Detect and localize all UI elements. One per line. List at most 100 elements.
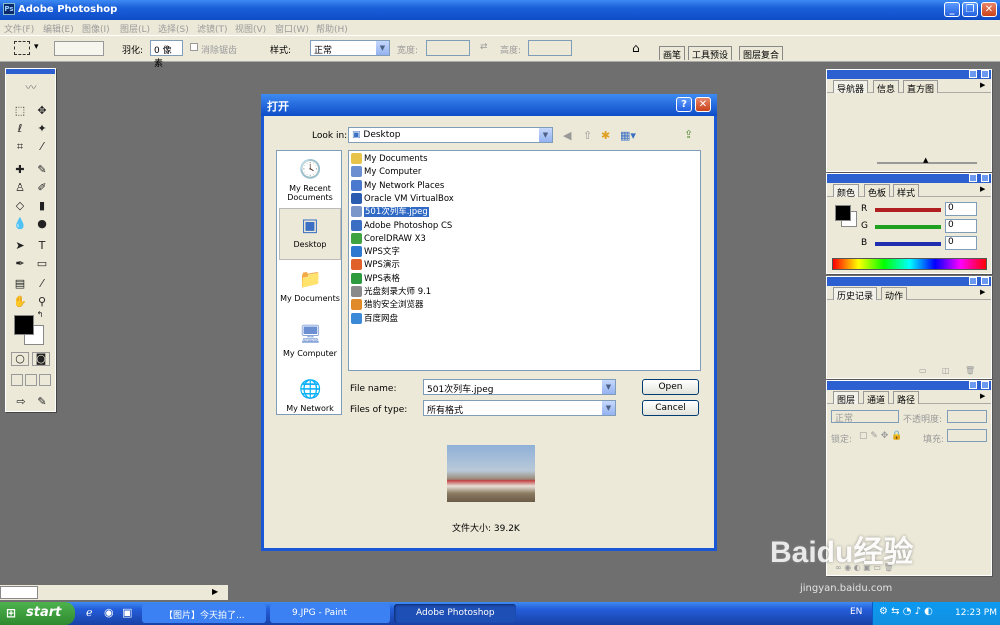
- foreground-color-swatch[interactable]: [835, 205, 851, 221]
- screen-mode-standard-icon[interactable]: [11, 374, 23, 386]
- tab-layers[interactable]: 图层: [833, 391, 860, 406]
- start-button[interactable]: ⊞ start: [0, 602, 75, 625]
- panel-caption[interactable]: [827, 381, 991, 390]
- tab-paths[interactable]: 路径: [893, 391, 920, 406]
- lasso-icon[interactable]: ℓ: [10, 120, 30, 138]
- file-list-item[interactable]: WPS文字: [351, 246, 400, 259]
- menu-file[interactable]: 文件(F): [4, 22, 34, 35]
- tab-info[interactable]: 信息: [873, 80, 900, 95]
- zoom-field[interactable]: [0, 586, 38, 599]
- tab-styles[interactable]: 样式: [893, 184, 920, 199]
- minimize-icon[interactable]: [969, 174, 977, 182]
- place-desktop[interactable]: ▣ Desktop: [279, 208, 341, 260]
- place-my-network[interactable]: 🌐 My Network: [279, 373, 341, 425]
- width-input[interactable]: [426, 40, 470, 56]
- place-recent-documents[interactable]: 🕓 My Recent Documents: [279, 153, 341, 205]
- back-icon[interactable]: ◀: [563, 129, 571, 142]
- hand-icon[interactable]: ✋: [10, 293, 30, 311]
- expand-arrow-icon[interactable]: ▶: [212, 587, 218, 596]
- tab-navigator[interactable]: 导航器: [833, 80, 869, 95]
- tab-layer-comps[interactable]: 图层复合: [739, 46, 784, 61]
- place-my-documents[interactable]: 📁 My Documents: [279, 263, 341, 315]
- file-browser-icon[interactable]: ⌂: [632, 41, 640, 55]
- swap-icon[interactable]: ⇄: [480, 42, 488, 52]
- height-input[interactable]: [528, 40, 572, 56]
- menu-edit[interactable]: 编辑(E): [43, 22, 74, 35]
- screen-mode-full-icon[interactable]: [39, 374, 51, 386]
- tab-brushes[interactable]: 画笔: [659, 46, 686, 61]
- marquee-tool-preset-icon[interactable]: [14, 41, 30, 55]
- panel-menu-icon[interactable]: ▶: [980, 392, 985, 400]
- shape-icon[interactable]: ▭: [32, 255, 52, 273]
- blur-icon[interactable]: 💧: [10, 215, 30, 233]
- close-icon[interactable]: [981, 381, 989, 389]
- type-icon[interactable]: T: [32, 237, 52, 255]
- green-input[interactable]: 0: [945, 219, 977, 233]
- language-indicator[interactable]: EN: [850, 607, 862, 617]
- eyedropper-icon[interactable]: ⁄: [32, 275, 52, 293]
- minimize-icon[interactable]: [969, 70, 977, 78]
- menu-window[interactable]: 窗口(W): [275, 22, 309, 35]
- foreground-color-swatch[interactable]: [14, 315, 34, 335]
- panel-menu-icon[interactable]: ▶: [980, 81, 985, 89]
- file-list-item[interactable]: My Documents: [351, 153, 428, 166]
- eraser-icon[interactable]: ◇: [10, 197, 30, 215]
- look-in-select[interactable]: ▣ Desktop ▼: [348, 127, 553, 143]
- file-name-input[interactable]: 501次列车.jpeg ▼: [423, 379, 616, 395]
- slice-icon[interactable]: ⁄: [32, 138, 52, 156]
- up-folder-icon[interactable]: ⇧: [583, 129, 592, 142]
- minimize-icon[interactable]: [969, 277, 977, 285]
- menu-view[interactable]: 视图(V): [235, 22, 266, 35]
- blend-mode-select[interactable]: 正常: [831, 410, 899, 424]
- history-brush-icon[interactable]: ✐: [32, 179, 52, 197]
- gradient-icon[interactable]: ▮: [32, 197, 52, 215]
- menu-image[interactable]: 图像(I): [82, 22, 110, 35]
- snapshot-icon[interactable]: ◫: [942, 366, 950, 375]
- minimize-icon[interactable]: [969, 381, 977, 389]
- red-input[interactable]: 0: [945, 202, 977, 216]
- browser-icon[interactable]: ◉: [104, 606, 114, 619]
- dialog-title-bar[interactable]: 打开 ? ✕: [261, 94, 717, 116]
- menu-filter[interactable]: 滤镜(T): [197, 22, 228, 35]
- cancel-button[interactable]: Cancel: [642, 400, 699, 416]
- path-select-icon[interactable]: ➤: [10, 237, 30, 255]
- file-list-item[interactable]: WPS表格: [351, 272, 400, 286]
- restore-button[interactable]: ❐: [962, 2, 978, 17]
- tab-tool-presets[interactable]: 工具预设: [688, 46, 733, 61]
- file-list-item[interactable]: 501次列车.jpeg: [351, 206, 429, 219]
- task-browser[interactable]: 【图片】今天拍了...: [142, 604, 266, 623]
- place-my-computer[interactable]: 🖥 My Computer: [279, 318, 341, 370]
- dialog-close-button[interactable]: ✕: [695, 97, 711, 112]
- close-button[interactable]: ✕: [981, 2, 997, 17]
- fill-input[interactable]: [947, 429, 987, 442]
- panel-menu-icon[interactable]: ▶: [980, 288, 985, 296]
- tray-icons[interactable]: ⚙ ⇆ ◔ ♪ ◐: [879, 606, 933, 617]
- brush-icon[interactable]: ✎: [32, 161, 52, 179]
- app-title-bar[interactable]: Ps Adobe Photoshop _ ❐ ✕: [0, 0, 1000, 20]
- clone-stamp-icon[interactable]: ♙: [10, 179, 30, 197]
- rect-marquee-icon[interactable]: ⬚: [10, 102, 30, 120]
- minimize-button[interactable]: _: [944, 2, 960, 17]
- feather-logo-icon[interactable]: 〰: [18, 79, 44, 97]
- file-list-item[interactable]: 百度网盘: [351, 312, 398, 326]
- file-list-item[interactable]: 光盘刻录大师 9.1: [351, 286, 431, 299]
- file-type-select[interactable]: 所有格式 ▼: [423, 400, 616, 416]
- panel-caption[interactable]: [827, 277, 991, 286]
- crop-icon[interactable]: ⌗: [10, 138, 30, 156]
- ie-icon[interactable]: ℯ: [86, 606, 93, 619]
- move-icon[interactable]: ✥: [32, 102, 52, 120]
- pen-icon[interactable]: ✒: [10, 255, 30, 273]
- lock-icons[interactable]: ▢ ✎ ✥ 🔒: [859, 431, 902, 441]
- close-icon[interactable]: [981, 174, 989, 182]
- quickmask-mode-icon[interactable]: ◙: [32, 352, 50, 366]
- task-photoshop[interactable]: Adobe Photoshop: [394, 604, 516, 623]
- feather-input[interactable]: 0 像素: [150, 40, 183, 69]
- panel-caption[interactable]: [827, 174, 991, 183]
- jump-to-imageready-icon[interactable]: ⇨: [11, 393, 31, 411]
- view-menu-icon[interactable]: ▦▾: [620, 129, 636, 142]
- close-icon[interactable]: [981, 277, 989, 285]
- toolbox-caption[interactable]: [6, 69, 55, 74]
- new-folder-icon[interactable]: ✱: [601, 129, 610, 142]
- tab-history[interactable]: 历史记录: [833, 287, 878, 302]
- zoom-slider-thumb-icon[interactable]: ▲: [923, 156, 928, 164]
